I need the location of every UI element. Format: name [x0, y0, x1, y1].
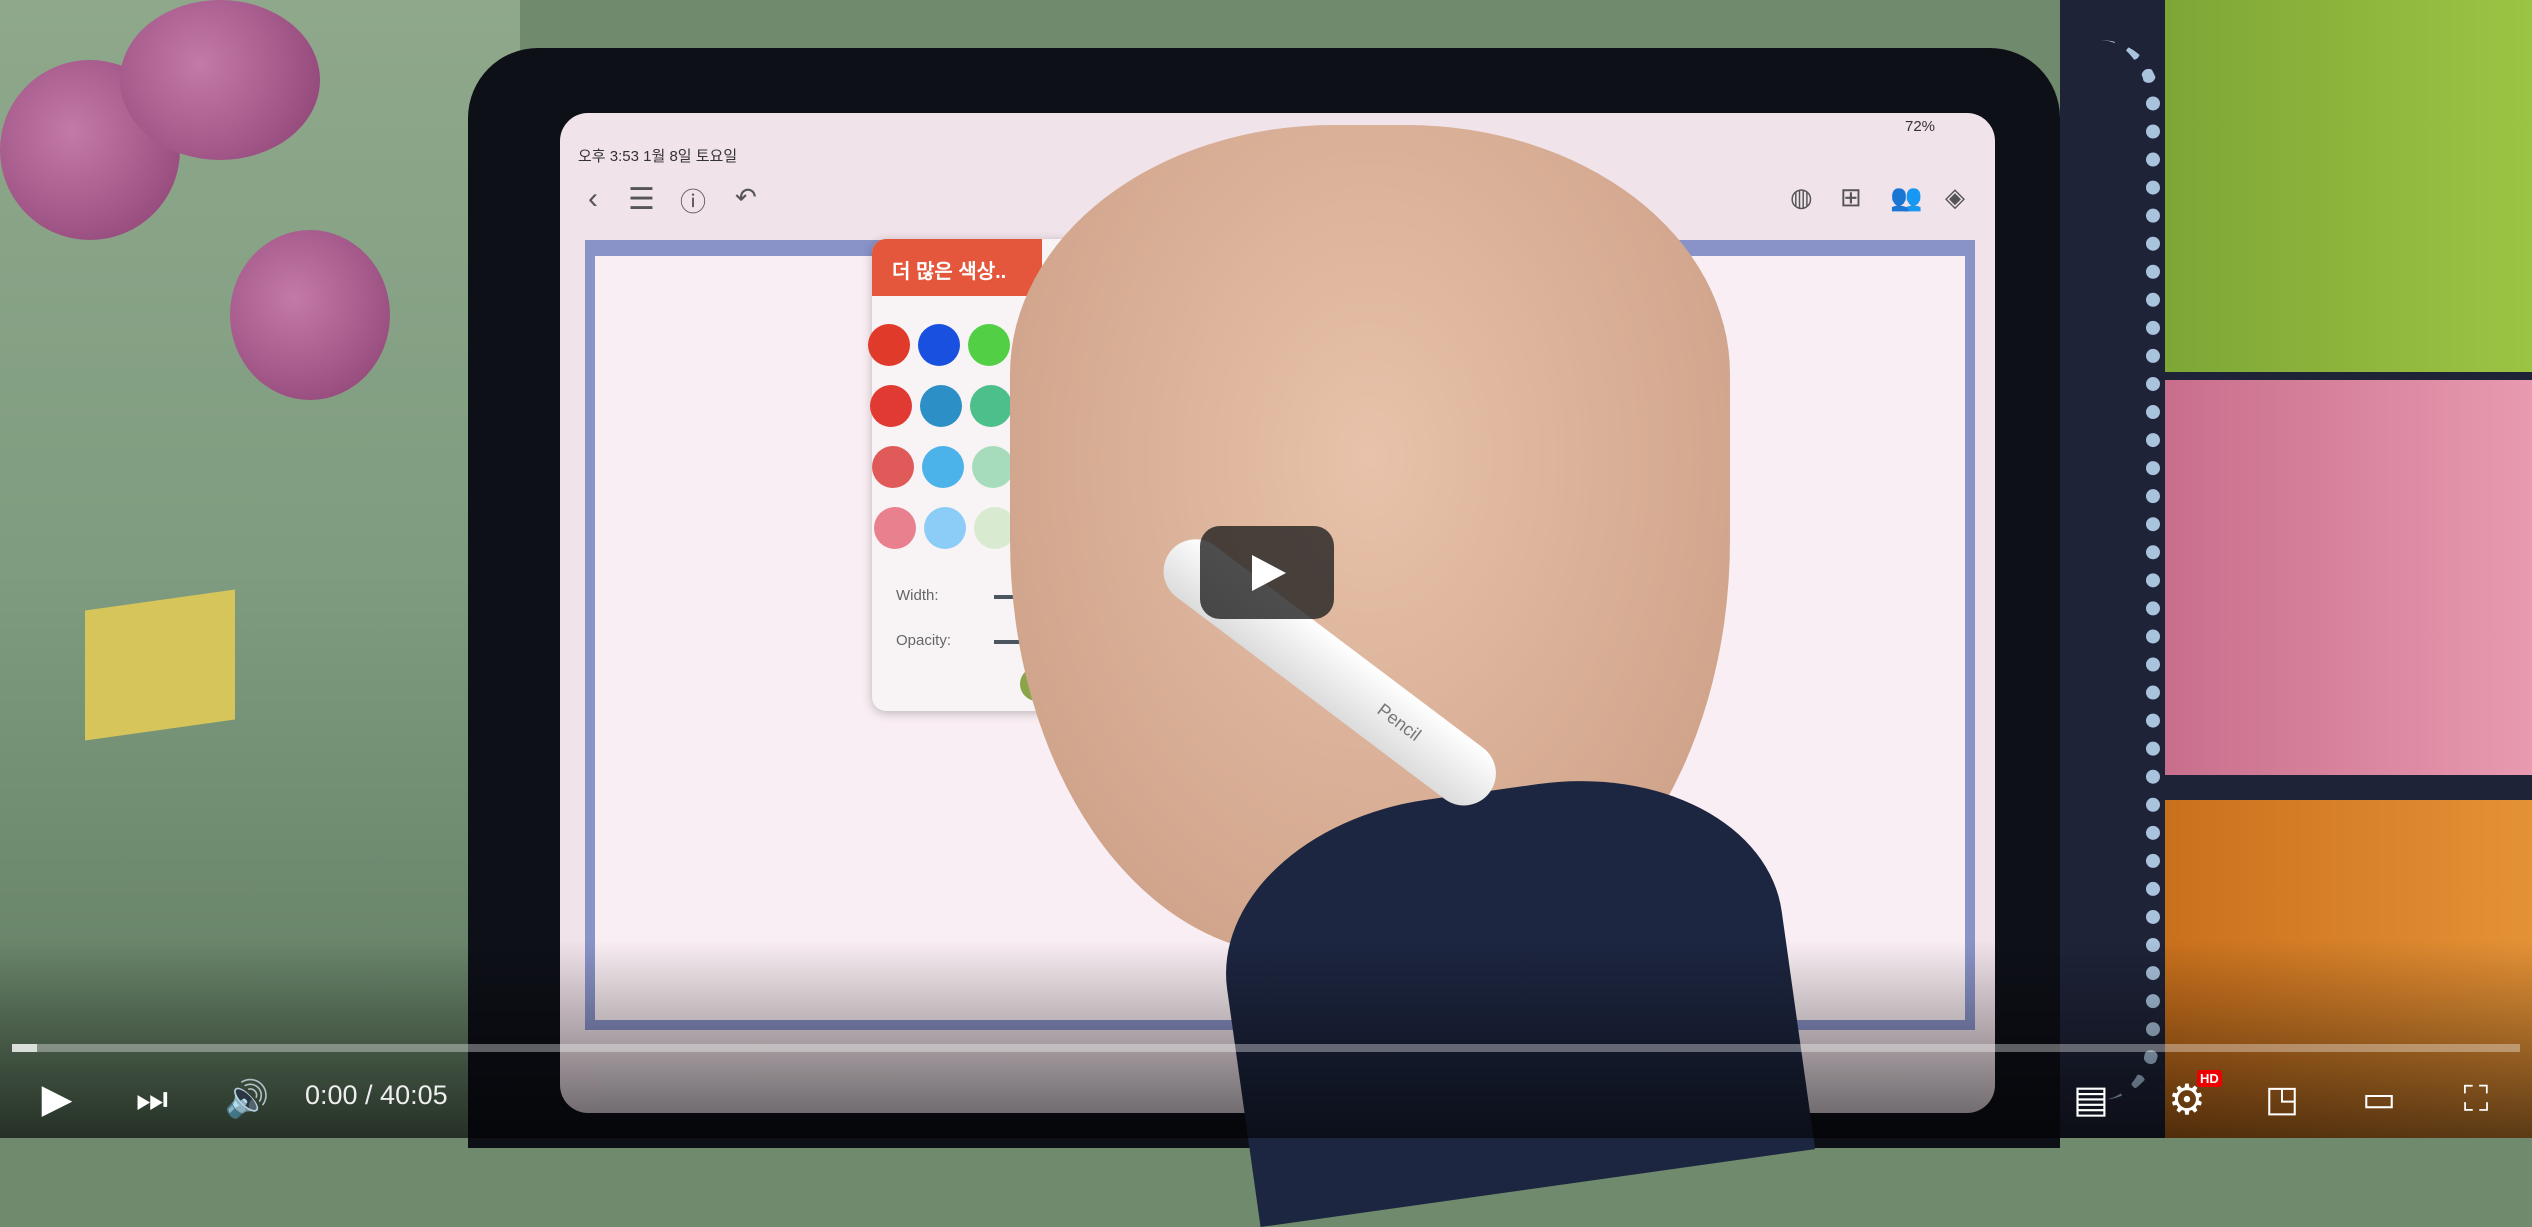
popup-title: 더 많은 색상..	[872, 239, 1042, 296]
flower	[120, 0, 320, 160]
pink-box	[2165, 380, 2532, 775]
color-swatch[interactable]	[922, 446, 964, 488]
back-icon: ‹	[588, 182, 598, 215]
time-display: 0:00 / 40:05	[305, 1080, 448, 1110]
color-swatch[interactable]	[924, 507, 966, 549]
users-icon: 👥	[1890, 182, 1923, 212]
color-swatch[interactable]	[874, 507, 916, 549]
mic-icon: ◍	[1790, 182, 1813, 212]
flower	[230, 230, 390, 400]
help-icon: ⓘ	[680, 187, 707, 217]
progress-played	[12, 1044, 38, 1052]
color-swatch[interactable]	[970, 385, 1012, 427]
green-box	[2165, 0, 2532, 372]
undo-icon: ↶	[735, 182, 757, 212]
hd-badge: HD	[2197, 1070, 2222, 1087]
subtitles-button[interactable]: ▤	[2064, 1072, 2118, 1126]
width-label: Width:	[896, 587, 939, 604]
miniplayer-button[interactable]: ◳	[2255, 1072, 2309, 1126]
next-button[interactable]: ⏭	[125, 1072, 179, 1126]
opacity-label: Opacity:	[896, 632, 952, 649]
status-battery: 72%	[1905, 118, 1936, 135]
layers-icon: ◈	[1945, 182, 1965, 212]
color-swatch[interactable]	[920, 385, 962, 427]
theater-mode-button[interactable]: ▭	[2352, 1072, 2406, 1126]
progress-bar[interactable]	[12, 1044, 2520, 1052]
book-illustration	[85, 589, 235, 741]
play-button[interactable]: ▶	[30, 1072, 84, 1126]
menu-icon: ☰	[628, 183, 655, 216]
volume-button[interactable]: 🔊	[220, 1072, 274, 1126]
fullscreen-button[interactable]: ⛶	[2449, 1072, 2503, 1126]
color-swatch[interactable]	[870, 385, 912, 427]
pencil-brand: Pencil	[1373, 699, 1425, 745]
color-swatch[interactable]	[872, 446, 914, 488]
color-swatch[interactable]	[972, 446, 1014, 488]
add-page-icon: ⊞	[1840, 182, 1862, 212]
large-play-button[interactable]	[1200, 526, 1334, 619]
status-datetime: 오후 3:53 1월 8일 토요일	[578, 148, 738, 165]
color-swatch[interactable]	[918, 324, 960, 366]
color-swatch[interactable]	[968, 324, 1010, 366]
color-swatch[interactable]	[868, 324, 910, 366]
